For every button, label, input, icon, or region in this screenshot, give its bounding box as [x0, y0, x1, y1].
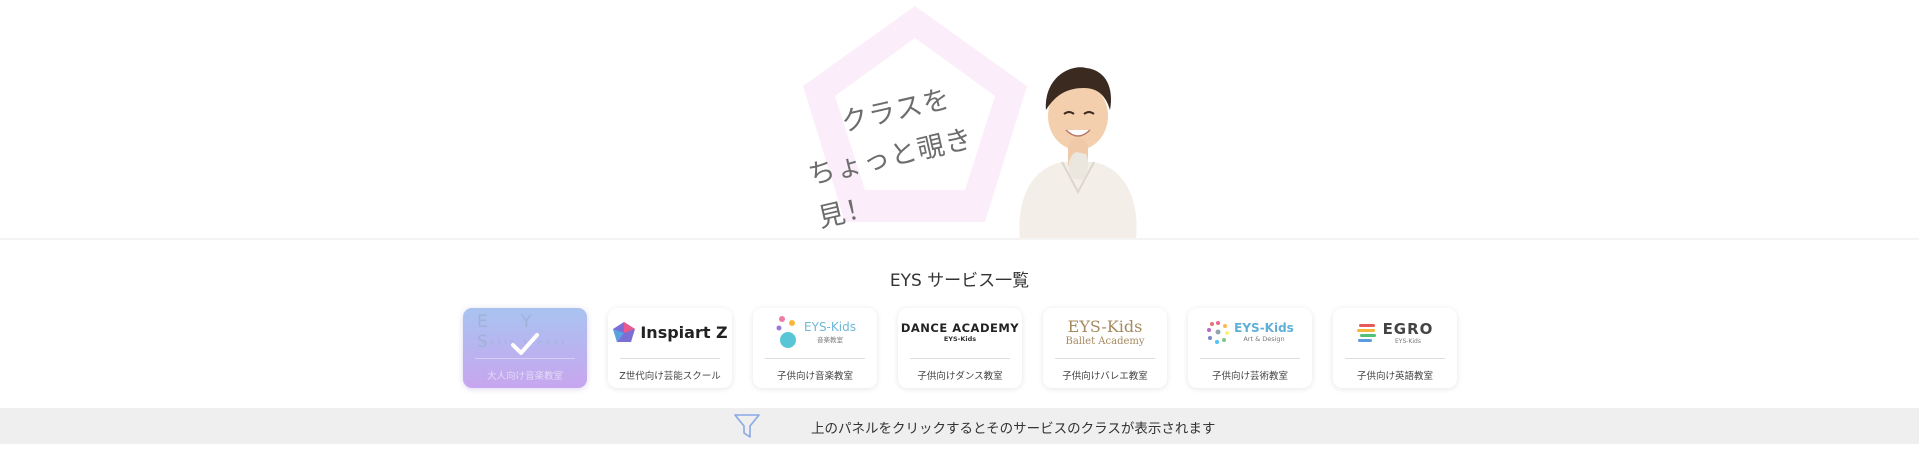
- card-divider: [1200, 358, 1300, 359]
- service-card-dance-academy[interactable]: DANCE ACADEMY EYS-Kids 子供向けダンス教室: [898, 308, 1022, 388]
- dance-academy-wordmark: DANCE ACADEMY: [900, 321, 1020, 335]
- card-divider: [1345, 358, 1445, 359]
- card-caption: 子供向けバレエ教室: [1062, 371, 1148, 382]
- service-card-ballet-academy[interactable]: EYS-Kids Ballet Academy 子供向けバレエ教室: [1043, 308, 1167, 388]
- services-title: EYS サービス一覧: [889, 271, 1030, 291]
- dance-academy-logo: DANCE ACADEMY EYS-Kids: [898, 312, 1022, 352]
- ballet-subtitle: Ballet Academy: [1065, 336, 1145, 347]
- card-caption: 子供向けダンス教室: [917, 371, 1003, 382]
- art-design-subtitle: Art & Design: [1243, 335, 1285, 343]
- eys-kids-music-logo: EYS-Kids 音楽教室: [753, 312, 877, 352]
- child-photo: [1019, 67, 1137, 240]
- card-divider: [620, 358, 720, 359]
- ballet-wordmark: EYS-Kids: [1067, 317, 1143, 336]
- inspiart-z-logo: Inspiart Z: [608, 312, 732, 352]
- service-card-egro[interactable]: EGRO EYS-Kids 子供向け英語教室: [1333, 308, 1457, 388]
- section-divider: [0, 238, 1919, 240]
- funnel-icon: [734, 414, 760, 438]
- dance-academy-subtitle: EYS-Kids: [943, 335, 977, 343]
- service-cards: E Y S MUSIC SCHOOL 大人向け音楽教室 Inspiart Z Z…: [463, 308, 1459, 390]
- card-caption: 子供向け芸術教室: [1211, 371, 1288, 382]
- egro-logo: EGRO EYS-Kids: [1333, 312, 1457, 352]
- inspiart-mark-icon: [613, 322, 636, 342]
- card-caption: 大人向け音楽教室: [486, 371, 563, 382]
- art-design-logo: EYS-Kids Art & Design: [1188, 312, 1312, 352]
- hint-bar: 上のパネルをクリックするとそのサービスのクラスが表示されます: [0, 408, 1919, 444]
- card-caption: 子供向け英語教室: [1356, 371, 1433, 382]
- hint-text: 上のパネルをクリックするとそのサービスのクラスが表示されます: [811, 421, 1216, 437]
- ballet-academy-logo: EYS-Kids Ballet Academy: [1043, 312, 1167, 352]
- card-divider: [765, 358, 865, 359]
- card-caption: Z世代向け芸能スクール: [619, 371, 721, 382]
- service-card-art-design[interactable]: EYS-Kids Art & Design 子供向け芸術教室: [1188, 308, 1312, 388]
- card-divider: [910, 358, 1010, 359]
- hero-banner: クラスを ちょっと覗き見！: [0, 0, 1919, 240]
- inspiart-z-wordmark: Inspiart Z: [640, 322, 728, 342]
- card-divider: [1055, 358, 1155, 359]
- music-notes-icon: [776, 316, 797, 348]
- eys-kids-subtitle: 音楽教室: [817, 336, 843, 344]
- egro-subtitle: EYS-Kids: [1395, 337, 1421, 345]
- service-card-eys-kids-music[interactable]: EYS-Kids 音楽教室 子供向け音楽教室: [753, 308, 877, 388]
- art-design-wordmark: EYS-Kids: [1234, 321, 1294, 335]
- service-card-inspiart-z[interactable]: Inspiart Z Z世代向け芸能スクール: [608, 308, 732, 388]
- egro-wordmark: EGRO: [1382, 319, 1434, 338]
- eys-kids-wordmark: EYS-Kids: [804, 320, 856, 334]
- stripes-icon: [1356, 324, 1376, 342]
- check-icon: [511, 333, 539, 355]
- card-caption: 子供向け音楽教室: [776, 371, 853, 382]
- service-card-eys-music-school[interactable]: E Y S MUSIC SCHOOL 大人向け音楽教室: [463, 308, 587, 388]
- dots-circle-icon: [1207, 321, 1230, 344]
